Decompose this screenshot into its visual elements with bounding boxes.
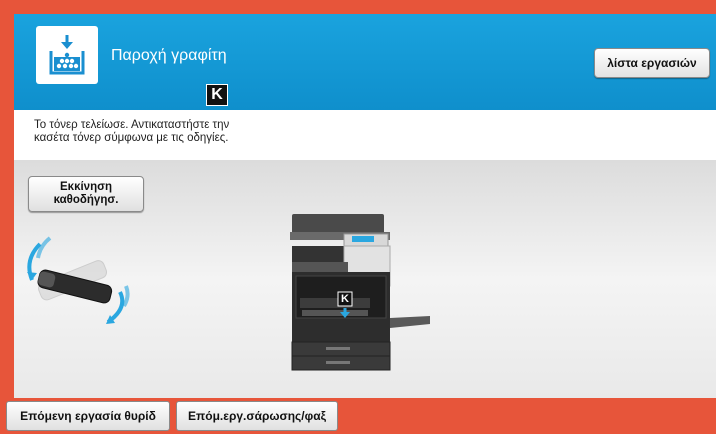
start-guidance-label-2: καθοδήγησ. <box>53 194 119 206</box>
toner-supply-icon <box>36 26 98 84</box>
next-job-button[interactable]: Επόμενη εργασία θυρίδ <box>6 401 170 431</box>
job-list-button[interactable]: λίστα εργασιών <box>594 48 710 78</box>
start-guidance-button[interactable]: Εκκίνηση καθοδήγησ. <box>28 176 144 212</box>
header-bar: Παροχή γραφίτη K λίστα εργασιών <box>14 14 716 110</box>
start-guidance-label-1: Εκκίνηση <box>59 181 112 193</box>
copier-illustration: K <box>282 212 432 377</box>
shake-toner-cartridge-illustration <box>22 236 132 333</box>
guidance-area: Εκκίνηση καθοδήγησ. K <box>14 160 716 398</box>
status-message-line-2: κασέτα τόνερ σύμφωνα με τις οδηγίες. <box>34 132 229 144</box>
toner-color-badge: K <box>206 84 228 106</box>
status-message-text: Το τόνερ τελείωσε. Αντικαταστήστε την κα… <box>34 119 394 145</box>
status-message: Το τόνερ τελείωσε. Αντικαταστήστε την κα… <box>14 110 716 160</box>
next-scan-fax-job-button[interactable]: Επόμ.εργ.σάρωσης/φαξ <box>176 401 338 431</box>
status-message-line-1: Το τόνερ τελείωσε. Αντικαταστήστε την <box>34 119 230 131</box>
copier-toner-badge: K <box>341 293 349 305</box>
footer-bar: Επόμενη εργασία θυρίδ Επόμ.εργ.σάρωσης/φ… <box>0 398 716 434</box>
page-title: Παροχή γραφίτη <box>111 47 227 64</box>
